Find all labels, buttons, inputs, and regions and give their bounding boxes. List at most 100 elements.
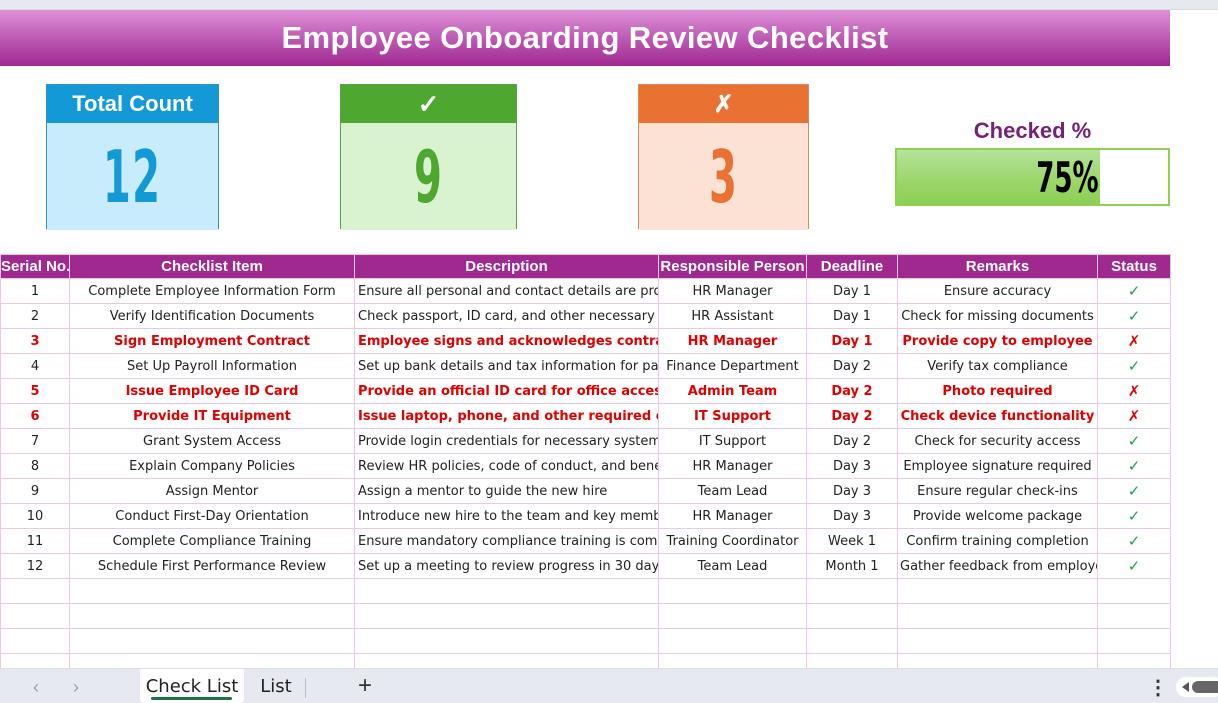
cell-remarks[interactable]: Gather feedback from employee [897, 553, 1098, 579]
cell-checklist-item[interactable]: Schedule First Performance Review [69, 553, 355, 579]
cell-deadline[interactable]: Day 1 [806, 303, 898, 329]
chevron-right-icon[interactable]: › [64, 675, 88, 699]
cell-checklist-item[interactable]: Issue Employee ID Card [69, 378, 355, 404]
scroll-left-arrow-icon[interactable] [1182, 682, 1189, 692]
cell-deadline[interactable]: Day 2 [806, 378, 898, 404]
cell-checklist-item[interactable]: Explain Company Policies [69, 453, 355, 479]
check-icon[interactable]: ✓ [1097, 528, 1171, 554]
empty-cell[interactable] [1097, 603, 1171, 629]
header-description[interactable]: Description [354, 254, 659, 279]
cell-serial[interactable]: 4 [0, 353, 70, 379]
cell-remarks[interactable]: Check device functionality [897, 403, 1098, 429]
check-icon[interactable]: ✓ [1097, 553, 1171, 579]
horizontal-scrollbar[interactable] [1176, 677, 1218, 697]
cell-remarks[interactable]: Check for security access [897, 428, 1098, 454]
cell-checklist-item[interactable]: Complete Compliance Training [69, 528, 355, 554]
cell-description[interactable]: Employee signs and acknowledges contract… [354, 328, 659, 354]
empty-cell[interactable] [897, 578, 1098, 604]
empty-cell[interactable] [1097, 628, 1171, 654]
cell-deadline[interactable]: Month 1 [806, 553, 898, 579]
cell-checklist-item[interactable]: Provide IT Equipment [69, 403, 355, 429]
cell-description[interactable]: Introduce new hire to the team and key m… [354, 503, 659, 529]
cell-deadline[interactable]: Day 2 [806, 428, 898, 454]
cell-checklist-item[interactable]: Conduct First-Day Orientation [69, 503, 355, 529]
cell-checklist-item[interactable]: Set Up Payroll Information [69, 353, 355, 379]
cell-description[interactable]: Issue laptop, phone, and other required … [354, 403, 659, 429]
cell-deadline[interactable]: Day 3 [806, 453, 898, 479]
cell-responsible-person[interactable]: HR Manager [658, 328, 807, 354]
check-icon[interactable]: ✓ [1097, 478, 1171, 504]
cell-checklist-item[interactable]: Verify Identification Documents [69, 303, 355, 329]
empty-cell[interactable] [354, 628, 659, 654]
empty-cell[interactable] [69, 628, 355, 654]
empty-cell[interactable] [69, 603, 355, 629]
tab-list[interactable]: List [248, 669, 304, 703]
cell-serial[interactable]: 8 [0, 453, 70, 479]
cell-deadline[interactable]: Day 3 [806, 478, 898, 504]
empty-cell[interactable] [897, 603, 1098, 629]
cell-checklist-item[interactable]: Complete Employee Information Form [69, 278, 355, 304]
cell-serial[interactable]: 5 [0, 378, 70, 404]
empty-cell[interactable] [0, 578, 70, 604]
more-options-icon[interactable]: ⋮ [1148, 677, 1168, 699]
cell-responsible-person[interactable]: IT Support [658, 403, 807, 429]
cell-serial[interactable]: 2 [0, 303, 70, 329]
check-icon[interactable]: ✓ [1097, 503, 1171, 529]
cell-checklist-item[interactable]: Sign Employment Contract [69, 328, 355, 354]
header-status[interactable]: Status [1097, 254, 1171, 279]
cell-checklist-item[interactable]: Grant System Access [69, 428, 355, 454]
check-icon[interactable]: ✓ [1097, 303, 1171, 329]
cell-deadline[interactable]: Day 1 [806, 328, 898, 354]
cell-responsible-person[interactable]: Team Lead [658, 553, 807, 579]
chevron-left-icon[interactable]: ‹ [24, 675, 48, 699]
cell-deadline[interactable]: Day 3 [806, 503, 898, 529]
cell-responsible-person[interactable]: Admin Team [658, 378, 807, 404]
cell-deadline[interactable]: Day 2 [806, 353, 898, 379]
header-responsible-person[interactable]: Responsible Person [658, 254, 807, 279]
cell-remarks[interactable]: Confirm training completion [897, 528, 1098, 554]
cell-deadline[interactable]: Day 2 [806, 403, 898, 429]
check-icon[interactable]: ✓ [1097, 428, 1171, 454]
cell-description[interactable]: Assign a mentor to guide the new hire [354, 478, 659, 504]
cell-remarks[interactable]: Photo required [897, 378, 1098, 404]
cell-responsible-person[interactable]: HR Manager [658, 278, 807, 304]
cell-remarks[interactable]: Ensure accuracy [897, 278, 1098, 304]
empty-cell[interactable] [658, 628, 807, 654]
empty-cell[interactable] [1097, 578, 1171, 604]
cell-serial[interactable]: 12 [0, 553, 70, 579]
header-serial[interactable]: Serial No. [0, 254, 70, 279]
empty-cell[interactable] [806, 578, 898, 604]
cell-description[interactable]: Set up a meeting to review progress in 3… [354, 553, 659, 579]
cross-icon[interactable]: ✗ [1097, 328, 1171, 354]
empty-cell[interactable] [69, 578, 355, 604]
cell-serial[interactable]: 11 [0, 528, 70, 554]
empty-cell[interactable] [658, 603, 807, 629]
empty-cell[interactable] [658, 578, 807, 604]
cell-remarks[interactable]: Employee signature required [897, 453, 1098, 479]
cell-remarks[interactable]: Ensure regular check-ins [897, 478, 1098, 504]
header-deadline[interactable]: Deadline [806, 254, 898, 279]
empty-cell[interactable] [354, 603, 659, 629]
cell-responsible-person[interactable]: Finance Department [658, 353, 807, 379]
cell-serial[interactable]: 3 [0, 328, 70, 354]
cell-description[interactable]: Set up bank details and tax information … [354, 353, 659, 379]
check-icon[interactable]: ✓ [1097, 353, 1171, 379]
empty-cell[interactable] [806, 628, 898, 654]
cell-remarks[interactable]: Provide welcome package [897, 503, 1098, 529]
cell-remarks[interactable]: Provide copy to employee [897, 328, 1098, 354]
cell-deadline[interactable]: Week 1 [806, 528, 898, 554]
empty-cell[interactable] [0, 603, 70, 629]
scrollbar-thumb[interactable] [1192, 681, 1218, 693]
cell-description[interactable]: Provide login credentials for necessary … [354, 428, 659, 454]
cell-remarks[interactable]: Check for missing documents [897, 303, 1098, 329]
cell-description[interactable]: Ensure all personal and contact details … [354, 278, 659, 304]
check-icon[interactable]: ✓ [1097, 453, 1171, 479]
cell-serial[interactable]: 6 [0, 403, 70, 429]
add-sheet-button[interactable]: + [352, 673, 378, 699]
cell-description[interactable]: Ensure mandatory compliance training is … [354, 528, 659, 554]
tab-check-list[interactable]: Check List [140, 669, 244, 703]
cell-responsible-person[interactable]: Training Coordinator [658, 528, 807, 554]
empty-cell[interactable] [354, 578, 659, 604]
empty-cell[interactable] [806, 603, 898, 629]
cross-icon[interactable]: ✗ [1097, 378, 1171, 404]
